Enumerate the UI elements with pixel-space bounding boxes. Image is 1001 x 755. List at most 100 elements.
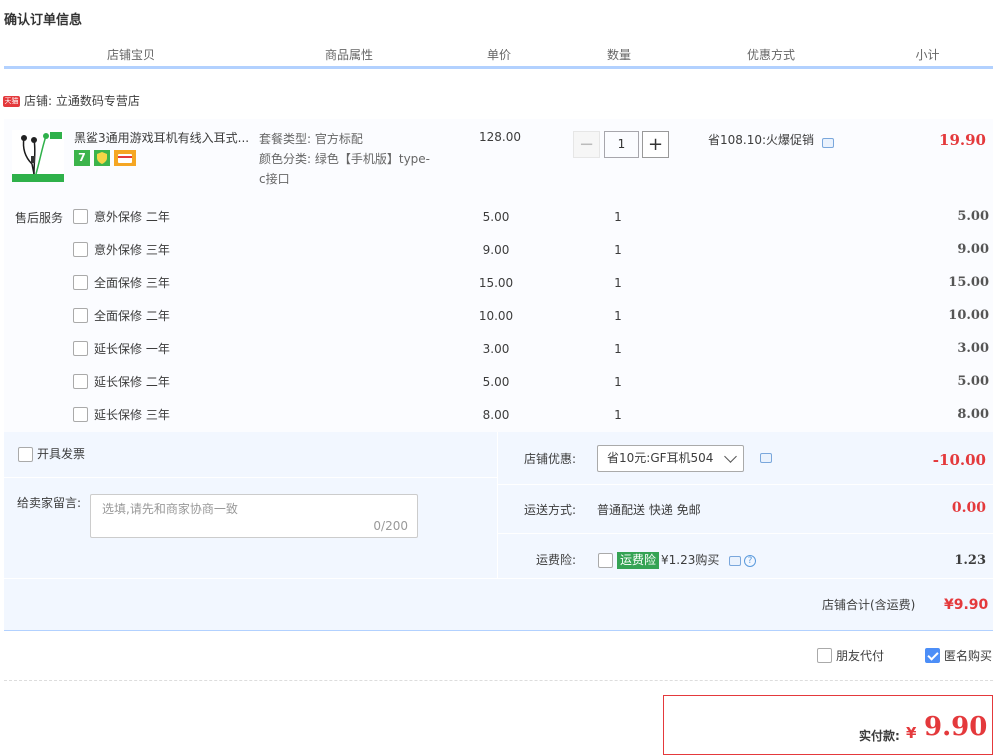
after-sales-price: 15.00 — [478, 276, 514, 290]
after-sales-price: 5.00 — [482, 375, 510, 389]
after-sales-qty: 1 — [614, 342, 622, 356]
header-divider — [4, 66, 993, 69]
after-sales-checkbox[interactable] — [73, 275, 88, 290]
after-sales-checkbox[interactable] — [73, 242, 88, 257]
memo-char-counter: 0/200 — [373, 519, 408, 533]
insurance-label: 运费险: — [535, 553, 576, 567]
shop-discount-select[interactable]: 省10元:GF耳机504 — [597, 445, 744, 472]
after-sales-qty: 1 — [614, 243, 622, 257]
after-sales-row: 意外保修 二年 5.00 1 5.00 — [73, 208, 989, 226]
after-sales-price: 5.00 — [482, 210, 510, 224]
quantity-increase-button[interactable]: + — [642, 131, 669, 158]
after-sales-qty: 1 — [614, 408, 622, 422]
divider — [4, 578, 993, 579]
after-sales-checkbox[interactable] — [73, 374, 88, 389]
after-sales-price: 9.00 — [482, 243, 510, 257]
divider — [497, 432, 498, 578]
friend-pay-checkbox[interactable] — [817, 648, 832, 663]
after-sales-subtotal: 8.00 — [957, 407, 989, 422]
col-price: 单价 — [486, 48, 511, 62]
after-sales-price: 8.00 — [482, 408, 510, 422]
after-sales-qty: 1 — [614, 276, 622, 290]
seven-day-return-icon: 7 — [74, 150, 90, 166]
divider — [498, 484, 993, 485]
card-icon — [118, 154, 132, 163]
shipping-method: 普通配送 快递 免邮 — [597, 503, 701, 517]
shop-total-value: ¥9.90 — [944, 597, 989, 613]
after-sales-subtotal: 3.00 — [957, 341, 989, 356]
anonymous-buy-label: 匿名购买 — [944, 649, 993, 663]
insurance-cost: 1.23 — [954, 553, 986, 568]
after-sales-qty: 1 — [614, 210, 622, 224]
quantity-input[interactable]: 1 — [604, 131, 639, 158]
item-subtotal: 19.90 — [939, 131, 986, 149]
promo-comment-icon[interactable] — [822, 138, 834, 148]
after-sales-subtotal: 10.00 — [948, 308, 989, 323]
divider — [4, 477, 497, 478]
after-sales-qty: 1 — [614, 375, 622, 389]
product-attr-color-cont: c接口 — [259, 172, 290, 186]
unit-price: 128.00 — [479, 130, 521, 144]
after-sales-name: 延长保修 三年 — [94, 408, 170, 422]
after-sales-subtotal: 15.00 — [948, 275, 989, 290]
shop-discount-label: 店铺优惠: — [523, 452, 576, 466]
quantity-decrease-button[interactable]: − — [573, 131, 600, 158]
after-sales-row: 延长保修 二年 5.00 1 5.00 — [73, 373, 989, 391]
seller-memo-input[interactable]: 选填,请先和商家协商一致 0/200 — [90, 494, 418, 538]
insurance-checkbox[interactable] — [598, 553, 613, 568]
payment-amount: 9.90 — [924, 712, 988, 742]
shop-total-label: 店铺合计(含运费) — [822, 598, 916, 612]
col-qty: 数量 — [606, 48, 631, 62]
anonymous-buy-checkbox[interactable] — [925, 648, 940, 663]
product-attr-color: 颜色分类: 绿色【手机版】type- — [259, 152, 430, 166]
product-image[interactable] — [12, 130, 64, 182]
memo-placeholder: 选填,请先和商家协商一致 — [102, 502, 238, 516]
friend-pay-label: 朋友代付 — [836, 649, 885, 663]
payment-currency: ¥ — [906, 724, 917, 742]
after-sales-name: 延长保修 二年 — [94, 375, 170, 389]
col-attr: 商品属性 — [324, 48, 373, 62]
guarantee-icon — [94, 150, 110, 166]
after-sales-checkbox[interactable] — [73, 407, 88, 422]
product-attr-package: 套餐类型: 官方标配 — [259, 132, 363, 146]
memo-label: 给卖家留言: — [17, 496, 82, 510]
after-sales-checkbox[interactable] — [73, 341, 88, 356]
chevron-down-icon — [724, 450, 737, 463]
after-sales-checkbox[interactable] — [73, 209, 88, 224]
after-sales-name: 全面保修 三年 — [94, 276, 170, 290]
card-payment-icon — [114, 150, 136, 166]
shop-discount-selected: 省10元:GF耳机504 — [607, 451, 714, 465]
column-header: 店铺宝贝 商品属性 单价 数量 优惠方式 小计 — [4, 44, 993, 64]
after-sales-row: 全面保修 二年 10.00 1 10.00 — [73, 307, 989, 325]
after-sales-row: 全面保修 三年 15.00 1 15.00 — [73, 274, 989, 292]
discount-comment-icon[interactable] — [760, 453, 772, 463]
panel-bottom-border — [4, 630, 993, 631]
shipping-cost: 0.00 — [951, 500, 986, 516]
after-sales-qty: 1 — [614, 309, 622, 323]
shield-icon — [97, 152, 107, 164]
promotion-label: 省108.10:火爆促销 — [708, 133, 815, 147]
after-sales-row: 意外保修 三年 9.00 1 9.00 — [73, 241, 989, 259]
insurance-comment-icon[interactable] — [729, 556, 741, 566]
after-sales-row: 延长保修 三年 8.00 1 8.00 — [73, 406, 989, 424]
product-name[interactable]: 黑鲨3通用游戏耳机有线入耳式... — [74, 130, 252, 146]
quantity-stepper: − 1 + — [573, 131, 669, 158]
after-sales-subtotal: 5.00 — [957, 374, 989, 389]
after-sales-checkbox[interactable] — [73, 308, 88, 323]
after-sales-name: 意外保修 二年 — [94, 210, 170, 224]
payment-label: 实付款: — [859, 729, 900, 743]
after-sales-price: 3.00 — [482, 342, 510, 356]
col-promo: 优惠方式 — [746, 48, 795, 62]
invoice-checkbox[interactable] — [18, 447, 33, 462]
shop-name[interactable]: 店铺: 立通数码专营店 — [24, 93, 140, 109]
earphone-icon — [12, 130, 64, 182]
after-sales-name: 延长保修 一年 — [94, 342, 170, 356]
shop-discount-value: -10.00 — [932, 451, 986, 469]
after-sales-name: 意外保修 三年 — [94, 243, 170, 257]
dashed-divider — [4, 680, 993, 681]
invoice-label: 开具发票 — [37, 447, 86, 461]
after-sales-name: 全面保修 二年 — [94, 309, 170, 323]
shipping-label: 运送方式: — [523, 503, 576, 517]
help-icon[interactable]: ? — [744, 555, 756, 567]
insurance-price: ¥1.23购买 — [661, 553, 720, 567]
